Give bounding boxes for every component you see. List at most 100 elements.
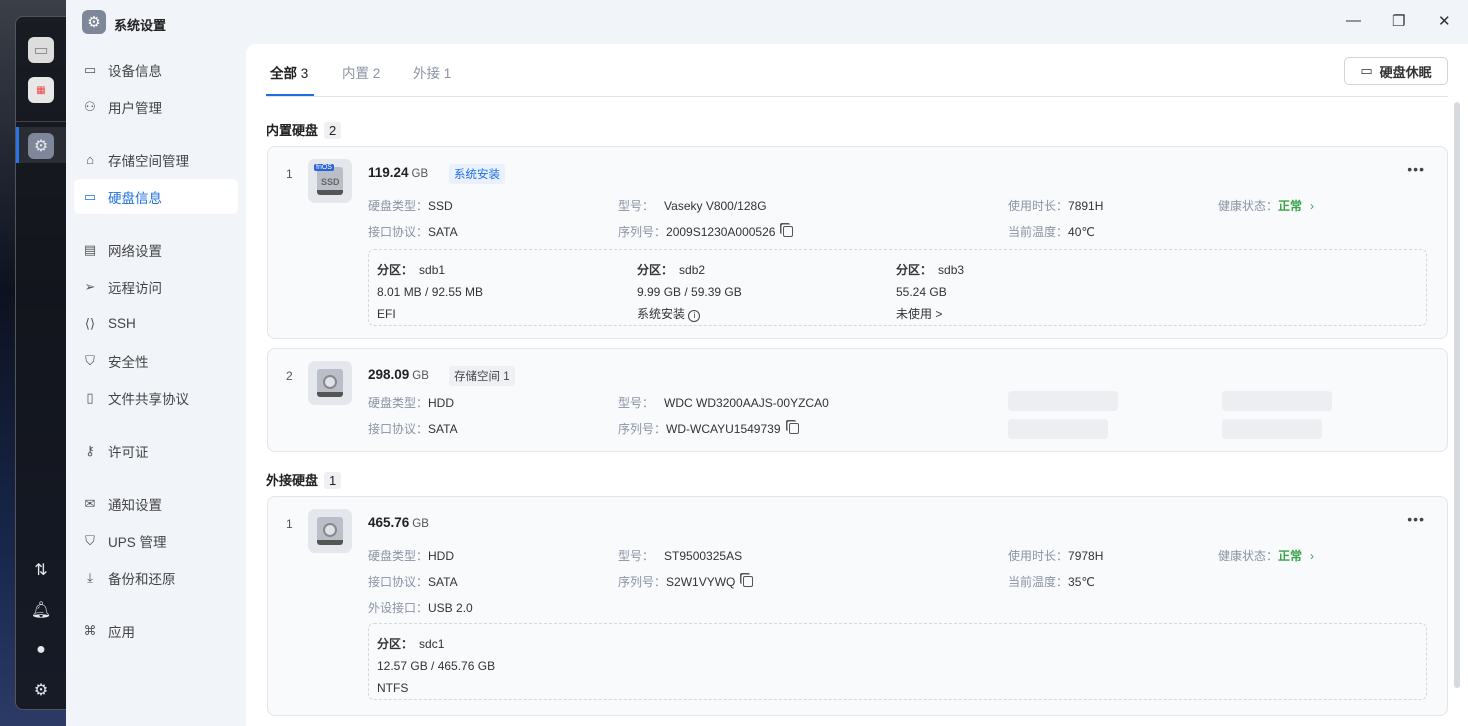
disk-tag: 系统安装 xyxy=(449,164,505,184)
disk-capacity: 298.09GB xyxy=(368,367,429,382)
copy-icon[interactable] xyxy=(783,226,793,237)
disk-card: 1 fnOSSSD 119.24GB 系统安装 ••• 硬盘类型：SSD 接口协… xyxy=(267,146,1448,339)
tab-external[interactable]: 外接 1 xyxy=(413,62,451,82)
section-external: 外接硬盘1 xyxy=(266,470,341,489)
health-status-link[interactable]: 健康状态：正常› xyxy=(1218,547,1314,564)
drive-icon: ▭ xyxy=(1360,63,1372,79)
sidebar-item-label: 远程访问 xyxy=(108,277,162,297)
sidebar-item-ssh[interactable]: ⟨⟩ SSH xyxy=(74,306,238,341)
maximize-button[interactable]: ❐ xyxy=(1392,12,1405,30)
sidebar-item-label: UPS 管理 xyxy=(108,531,167,551)
disk-index: 1 xyxy=(286,167,293,181)
hdd-icon xyxy=(308,361,352,405)
sidebar-item-label: 应用 xyxy=(108,621,135,641)
drive-icon: ▭ xyxy=(82,62,98,78)
network-icon: ▤ xyxy=(82,242,98,258)
more-icon[interactable]: ••• xyxy=(1407,161,1425,177)
sidebar-item-label: 备份和还原 xyxy=(108,568,176,588)
sidebar-item-apps[interactable]: ⌘ 应用 xyxy=(74,613,238,648)
loading-skeleton xyxy=(1008,419,1108,439)
sidebar-item-users[interactable]: ⚇ 用户管理 xyxy=(74,89,238,124)
sidebar-item-security[interactable]: ⛉ 安全性 xyxy=(74,343,238,378)
sidebar-item-label: 文件共享协议 xyxy=(108,388,189,408)
drive-icon: ▭ xyxy=(82,189,98,205)
gear-icon[interactable]: ⚙ xyxy=(28,677,54,703)
sidebar-item-label: 硬盘信息 xyxy=(108,187,162,207)
sidebar-item-device-info[interactable]: ▭ 设备信息 xyxy=(74,52,238,87)
disk-capacity: 465.76GB xyxy=(368,515,429,530)
sidebar-item-label: 安全性 xyxy=(108,351,149,371)
settings-app-icon[interactable]: ⚙ xyxy=(28,133,54,159)
user-icon[interactable]: ● xyxy=(28,637,54,663)
sidebar-item-label: 存储空间管理 xyxy=(108,150,189,170)
dock: ▭ ▦ ⚙ ⇅ 🔔︎ ● ⚙ xyxy=(15,16,66,710)
main-panel: 全部 3 内置 2 外接 1 ▭硬盘休眠 内置硬盘2 1 fnOSSSD 119… xyxy=(246,44,1468,726)
more-icon[interactable]: ••• xyxy=(1407,511,1425,527)
disk-tag: 存储空间 1 xyxy=(449,366,515,386)
unused-link[interactable]: 未使用 > xyxy=(896,303,964,325)
disk-index: 2 xyxy=(286,369,293,383)
sidebar-item-label: 网络设置 xyxy=(108,240,162,260)
transfer-icon[interactable]: ⇅ xyxy=(28,557,54,583)
sidebar-item-label: 许可证 xyxy=(108,441,149,461)
sidebar-item-remote[interactable]: ➢ 远程访问 xyxy=(74,269,238,304)
sidebar-item-notifications[interactable]: ✉ 通知设置 xyxy=(74,486,238,521)
gear-icon: ⚙ xyxy=(82,10,106,34)
loading-skeleton xyxy=(1222,391,1332,411)
disk-capacity: 119.24GB xyxy=(368,165,428,180)
tab-bar: 全部 3 内置 2 外接 1 xyxy=(266,44,1448,97)
disk-sleep-button[interactable]: ▭硬盘休眠 xyxy=(1344,57,1448,85)
sidebar-item-label: 用户管理 xyxy=(108,97,162,117)
app-center-icon[interactable]: ▦ xyxy=(28,77,54,103)
partition: 分区：sdc112.57 GB / 465.76 GBNTFS xyxy=(377,633,495,699)
sidebar-item-backup[interactable]: ⤓ 备份和还原 xyxy=(74,560,238,595)
partition: 分区：sdb18.01 MB / 92.55 MBEFI xyxy=(377,259,483,325)
tab-all[interactable]: 全部 3 xyxy=(270,62,308,82)
sidebar-item-label: 设备信息 xyxy=(108,60,162,80)
file-icon: ▯ xyxy=(82,390,98,406)
active-tab-indicator xyxy=(266,94,314,96)
bell-icon[interactable]: 🔔︎ xyxy=(28,597,54,623)
loading-skeleton xyxy=(1008,391,1118,411)
sidebar-item-label: 通知设置 xyxy=(108,494,162,514)
shield-outline-icon: ⛉ xyxy=(82,533,98,549)
key-icon: ⚷ xyxy=(82,443,98,459)
health-status-link[interactable]: 健康状态：正常› xyxy=(1218,197,1314,214)
sidebar-item-network[interactable]: ▤ 网络设置 xyxy=(74,232,238,267)
window-title: 系统设置 xyxy=(114,15,166,34)
hdd-icon xyxy=(308,509,352,553)
partition: 分区：sdb355.24 GB未使用 > xyxy=(896,259,964,325)
scrollbar[interactable] xyxy=(1454,102,1460,688)
shield-icon: ⛉ xyxy=(82,353,98,369)
disk-index: 1 xyxy=(286,517,293,531)
send-icon: ➢ xyxy=(82,279,98,295)
settings-window: ⚙ 系统设置 — ❐ ✕ ▭ 设备信息 ⚇ 用户管理 ⌂存储空间管理 ▭ 硬盘信息 ▤… xyxy=(66,0,1468,726)
code-icon: ⟨⟩ xyxy=(82,316,98,332)
monitor-icon[interactable]: ▭ xyxy=(28,37,54,63)
copy-icon[interactable] xyxy=(743,576,753,587)
disk-card: 1 465.76GB ••• 硬盘类型：HDD 接口协议：SATA 外设接口：U… xyxy=(267,496,1448,716)
close-button[interactable]: ✕ xyxy=(1438,12,1451,30)
sidebar-item-label: SSH xyxy=(108,316,136,331)
sidebar: ▭ 设备信息 ⚇ 用户管理 ⌂存储空间管理 ▭ 硬盘信息 ▤ 网络设置 ➢ 远程访问 ⟨⟩… xyxy=(74,52,238,650)
ssd-icon: fnOSSSD xyxy=(308,159,352,203)
loading-skeleton xyxy=(1222,419,1322,439)
partition: 分区：sdb29.99 GB / 59.39 GB系统安装 i xyxy=(637,259,742,325)
backup-icon: ⤓ xyxy=(82,570,98,586)
users-icon: ⚇ xyxy=(82,99,98,115)
mail-icon: ✉ xyxy=(82,496,98,512)
tab-internal[interactable]: 内置 2 xyxy=(342,62,380,82)
copy-icon[interactable] xyxy=(789,423,799,434)
minimize-button[interactable]: — xyxy=(1346,12,1361,29)
sidebar-item-file-sharing[interactable]: ▯ 文件共享协议 xyxy=(74,380,238,415)
sidebar-item-disk-info[interactable]: ▭ 硬盘信息 xyxy=(74,179,238,214)
section-internal: 内置硬盘2 xyxy=(266,120,341,139)
title-bar: ⚙ 系统设置 — ❐ ✕ xyxy=(66,0,1468,44)
sidebar-item-storage[interactable]: ⌂存储空间管理 xyxy=(74,142,238,177)
sidebar-item-ups[interactable]: ⛉ UPS 管理 xyxy=(74,523,238,558)
sidebar-item-license[interactable]: ⚷ 许可证 xyxy=(74,433,238,468)
apps-icon: ⌘ xyxy=(82,623,98,639)
partitions-box: 分区：sdc112.57 GB / 465.76 GBNTFS xyxy=(368,623,1427,700)
partitions-box: 分区：sdb18.01 MB / 92.55 MBEFI 分区：sdb29.99… xyxy=(368,249,1427,326)
info-icon[interactable]: i xyxy=(688,310,700,322)
